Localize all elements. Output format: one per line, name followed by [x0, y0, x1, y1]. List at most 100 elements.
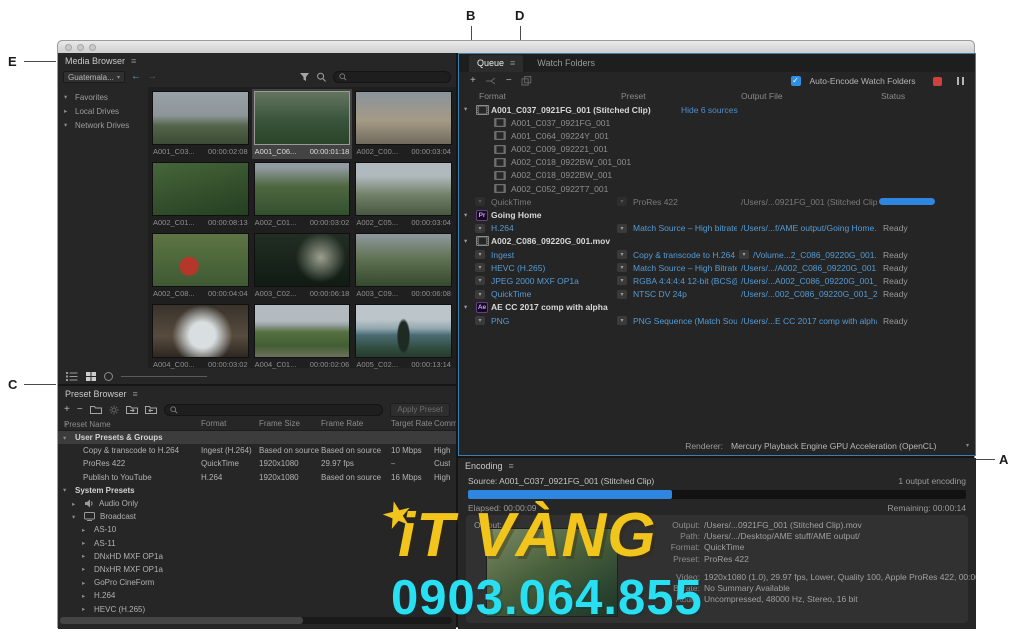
file-dropdown[interactable]: ▾	[739, 250, 749, 259]
new-group-icon[interactable]	[90, 405, 102, 414]
queue-output-row[interactable]: ▾ PNG ▾ PNG Sequence (Match Source) /Use…	[459, 314, 975, 327]
chevron-down-icon[interactable]: ▾	[464, 211, 467, 219]
clip-cell[interactable]: A003_C02...00:00:06:18	[252, 231, 353, 301]
queue-group-row[interactable]: ▾ Ae AE CC 2017 comp with alpha	[459, 301, 975, 314]
preset-dropdown[interactable]: ▾	[617, 197, 627, 206]
panel-menu-icon[interactable]: ≡	[133, 389, 138, 399]
format-dropdown[interactable]: ▾	[475, 276, 485, 285]
preset-row[interactable]: Copy & transcode to H.264 Ingest (H.264)…	[58, 444, 456, 457]
output-file[interactable]: /Users/...002_C086_09220G_001_2.mov	[741, 289, 877, 299]
output-preset[interactable]: PNG Sequence (Match Source)	[633, 316, 737, 326]
output-preset[interactable]: Match Source – High bitrate	[633, 223, 737, 233]
clip-cell[interactable]: A004_C01...00:00:02:06	[252, 302, 353, 372]
preset-search-input[interactable]	[164, 404, 383, 416]
preset-tree-item[interactable]: ▸ H.264	[58, 589, 456, 602]
remove-preset-icon[interactable]: −	[77, 405, 83, 415]
list-view-icon[interactable]	[66, 372, 78, 381]
window-zoom-button[interactable]	[89, 44, 96, 51]
queue-output-row-encoding[interactable]: ▾ QuickTime ▾ ProRes 422 /Users/...0921F…	[459, 195, 975, 208]
tab-watch-folders[interactable]: Watch Folders	[529, 55, 603, 72]
preset-dropdown[interactable]: ▾	[617, 263, 627, 272]
output-file[interactable]: /Users/...f/AME output/Going Home.mp4	[741, 223, 877, 233]
output-preset[interactable]: ProRes 422	[633, 197, 737, 207]
media-source-dropdown[interactable]: Guatemala... ▾	[63, 71, 125, 83]
horizontal-scrollbar[interactable]	[60, 617, 452, 624]
media-search-input[interactable]	[333, 71, 451, 83]
output-preset[interactable]: Copy & transcode to H.264	[633, 250, 737, 260]
queue-output-row[interactable]: ▾ QuickTime ▾ NTSC DV 24p /Users/...002_…	[459, 288, 975, 301]
chevron-down-icon[interactable]: ▾	[464, 105, 467, 113]
clip-cell[interactable]: A003_C09...00:00:06:08	[353, 231, 454, 301]
preset-group-user[interactable]: ▾ User Presets & Groups	[58, 431, 456, 444]
pause-queue-button[interactable]	[957, 77, 965, 85]
output-preset[interactable]: RGBA 4:4:4:4 12-bit (BCS@L5)	[633, 276, 737, 286]
output-file[interactable]: /Users/...A002_C086_09220G_001_1.mxf	[741, 276, 877, 286]
tab-queue[interactable]: Queue ≡	[469, 55, 523, 72]
queue-source-row[interactable]: A001_C064_09224Y_001	[459, 129, 975, 142]
add-preset-icon[interactable]: +	[64, 405, 70, 415]
clip-cell[interactable]: A002_C01...00:00:03:02	[252, 160, 353, 230]
preset-dropdown[interactable]: ▾	[617, 290, 627, 299]
clip-cell[interactable]: A005_C02...00:00:13:14	[353, 302, 454, 372]
format-dropdown[interactable]: ▾	[475, 290, 485, 299]
clip-cell-selected[interactable]: A001_C06...00:00:01:18	[252, 89, 353, 159]
stop-queue-button[interactable]	[933, 77, 942, 86]
queue-output-row[interactable]: ▾ H.264 ▾ Match Source – High bitrate /U…	[459, 222, 975, 235]
export-preset-icon[interactable]	[145, 405, 157, 414]
preset-settings-icon[interactable]	[109, 405, 119, 415]
preset-dropdown[interactable]: ▾	[617, 250, 627, 259]
clip-cell[interactable]: A002_C05...00:00:03:04	[353, 160, 454, 230]
duplicate-icon[interactable]	[521, 76, 532, 86]
output-preset[interactable]: NTSC DV 24p	[633, 289, 737, 299]
format-dropdown[interactable]: ▾	[475, 316, 485, 325]
output-file[interactable]: /Users/...0921FG_001 (Stitched Clip).mov	[741, 197, 877, 207]
format-dropdown[interactable]: ▾	[475, 224, 485, 233]
preset-row[interactable]: ProRes 422 QuickTime 1920x1080 29.97 fps…	[58, 457, 456, 470]
output-format[interactable]: H.264	[491, 223, 613, 233]
filter-icon[interactable]	[299, 72, 310, 82]
scrollbar-thumb[interactable]	[60, 617, 303, 624]
preset-dropdown[interactable]: ▾	[617, 316, 627, 325]
auto-encode-checkbox[interactable]: ✓	[791, 76, 801, 86]
thumbnail-view-icon[interactable]	[86, 372, 96, 381]
queue-source-row[interactable]: A002_C018_0922BW_001	[459, 169, 975, 182]
chevron-down-icon[interactable]: ▾	[464, 237, 467, 245]
output-format[interactable]: PNG	[491, 316, 613, 326]
preset-tree-broadcast[interactable]: ▾ Broadcast	[58, 510, 456, 523]
output-format[interactable]: HEVC (H.265)	[491, 263, 613, 273]
loupe-icon[interactable]	[316, 72, 327, 82]
format-dropdown[interactable]: ▾	[475, 263, 485, 272]
output-preset[interactable]: Match Source – High Bitrate	[633, 263, 737, 273]
preset-tree-item[interactable]: ▸ DNxHR MXF OP1a	[58, 563, 456, 576]
queue-source-row[interactable]: A002_C052_0922T7_001	[459, 182, 975, 195]
tree-item-favorites[interactable]: ▾ Favorites	[58, 90, 148, 104]
queue-output-row[interactable]: ▾ Ingest ▾ Copy & transcode to H.264 ▾ /…	[459, 248, 975, 261]
output-file[interactable]: /Users/.../A002_C086_09220G_001.mp4	[741, 263, 877, 273]
queue-group-row[interactable]: ▾ A001_C037_0921FG_001 (Stitched Clip) H…	[459, 103, 975, 116]
forward-arrow-icon[interactable]: →	[147, 72, 157, 82]
preset-dropdown[interactable]: ▾	[617, 224, 627, 233]
remove-item-icon[interactable]: −	[506, 76, 512, 86]
queue-source-row[interactable]: A002_C018_0922BW_001_001	[459, 156, 975, 169]
panel-menu-icon[interactable]: ≡	[510, 58, 515, 68]
output-format[interactable]: QuickTime	[491, 197, 613, 207]
hide-sources-link[interactable]: Hide 6 sources	[681, 105, 738, 115]
queue-source-row[interactable]: A002_C009_092221_001	[459, 143, 975, 156]
clip-cell[interactable]: A004_C00...00:00:03:02	[150, 302, 251, 372]
preset-tree-item[interactable]: ▸ DNxHD MXF OP1a	[58, 550, 456, 563]
add-output-icon[interactable]	[485, 76, 497, 86]
preset-dropdown[interactable]: ▾	[617, 276, 627, 285]
window-close-button[interactable]	[65, 44, 72, 51]
preset-tree-item[interactable]: ▸ AS-10	[58, 523, 456, 536]
panel-menu-icon[interactable]: ≡	[509, 461, 514, 471]
clip-cell[interactable]: A002_C00...00:00:03:04	[353, 89, 454, 159]
window-minimize-button[interactable]	[77, 44, 84, 51]
output-format[interactable]: Ingest	[491, 250, 613, 260]
apply-preset-button[interactable]: Apply Preset	[390, 403, 450, 417]
chevron-down-icon[interactable]: ▾	[464, 303, 467, 311]
format-dropdown[interactable]: ▾	[475, 197, 485, 206]
queue-output-row[interactable]: ▾ HEVC (H.265) ▾ Match Source – High Bit…	[459, 261, 975, 274]
back-arrow-icon[interactable]: ←	[131, 72, 141, 82]
preset-group-system[interactable]: ▾ System Presets	[58, 484, 456, 497]
output-file[interactable]: /Users/...E CC 2017 comp with alpha.png	[741, 316, 877, 326]
